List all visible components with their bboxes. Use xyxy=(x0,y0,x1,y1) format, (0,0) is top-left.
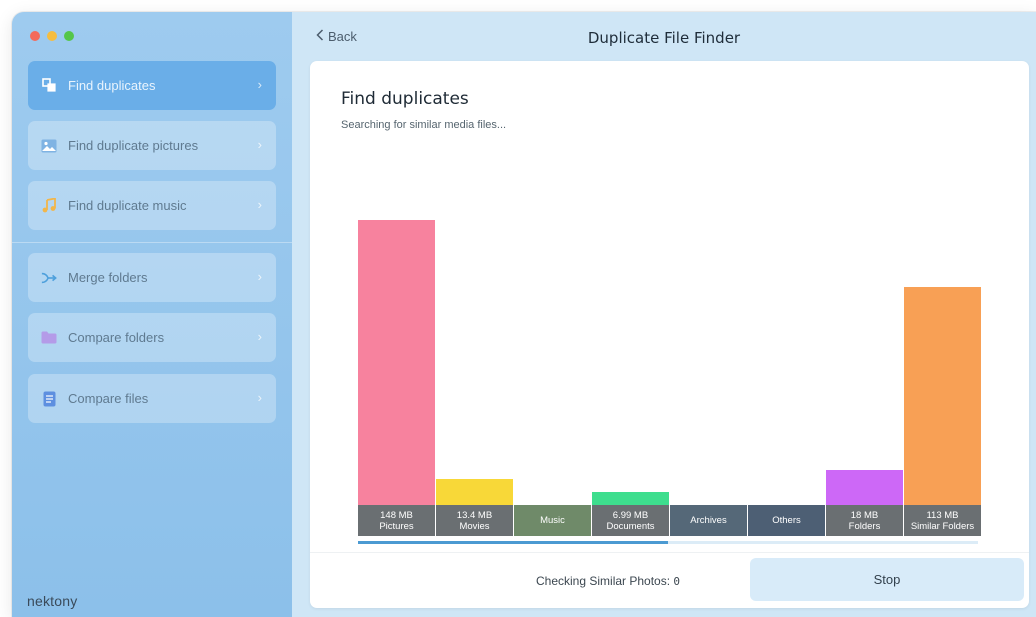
sidebar-item-label: Find duplicates xyxy=(68,78,156,93)
minimize-window-button[interactable] xyxy=(47,31,57,41)
sidebar-item-compare-folders[interactable]: Compare folders › xyxy=(28,313,276,362)
chevron-right-icon: › xyxy=(257,77,262,92)
bar-label-archives: Archives xyxy=(670,505,747,536)
bar-movies xyxy=(436,479,513,505)
bar-folders xyxy=(826,470,903,505)
chevron-right-icon: › xyxy=(257,197,262,212)
scan-status: Checking Similar Photos: 0 xyxy=(536,574,680,588)
sidebar-item-label: Find duplicate pictures xyxy=(68,138,199,153)
bar-category-label: Music xyxy=(540,515,565,526)
sidebar-divider xyxy=(12,242,292,243)
scan-status-count: 0 xyxy=(673,575,681,588)
chevron-right-icon: › xyxy=(257,329,262,344)
bar-category-label: Others xyxy=(772,515,801,526)
bar-value-label: 148 MB xyxy=(380,509,413,521)
bar-value-label: 18 MB xyxy=(850,509,879,521)
sidebar-item-label: Find duplicate music xyxy=(68,198,187,213)
sidebar-item-merge-folders[interactable]: Merge folders › xyxy=(28,253,276,302)
bar-label-documents: 6.99 MB Documents xyxy=(592,505,669,536)
bar-label-movies: 13.4 MB Movies xyxy=(436,505,513,536)
bar-label-pictures: 148 MB Pictures xyxy=(358,505,435,536)
scan-status-label: Checking Similar Photos: xyxy=(536,574,671,588)
scan-progress-fill xyxy=(358,541,668,544)
stop-button[interactable]: Stop xyxy=(750,558,1024,601)
sidebar-item-label: Compare folders xyxy=(68,330,165,345)
bar-category-label: Archives xyxy=(690,515,727,526)
file-icon xyxy=(41,391,57,407)
chevron-right-icon: › xyxy=(257,390,262,405)
picture-icon xyxy=(41,138,57,154)
sidebar-item-find-duplicate-pictures[interactable]: Find duplicate pictures › xyxy=(28,121,276,170)
bar-label-similar-folders: 113 MB Similar Folders xyxy=(904,505,981,536)
nektony-logo: nektony xyxy=(27,593,78,609)
zoom-window-button[interactable] xyxy=(64,31,74,41)
close-window-button[interactable] xyxy=(30,31,40,41)
bar-label-music: Music xyxy=(514,505,591,536)
window-title: Duplicate File Finder xyxy=(587,29,741,47)
bar-value-label: 6.99 MB xyxy=(612,509,649,521)
footer-divider xyxy=(310,552,1029,553)
bar-pictures xyxy=(358,220,435,505)
chevron-right-icon: › xyxy=(257,269,262,284)
sidebar-item-compare-files[interactable]: Compare files › xyxy=(28,374,276,423)
bar-label-others: Others xyxy=(748,505,825,536)
sidebar-item-find-duplicate-music[interactable]: Find duplicate music › xyxy=(28,181,276,230)
bar-category-label: Movies xyxy=(459,520,490,532)
sidebar-item-label: Compare files xyxy=(68,391,149,406)
bar-category-label: Similar Folders xyxy=(910,520,975,532)
bar-value-label: 13.4 MB xyxy=(456,509,493,521)
bar-value-label: 113 MB xyxy=(926,509,959,521)
bar-category-label: Pictures xyxy=(379,520,414,532)
folder-icon xyxy=(41,330,57,346)
bar-similar-folders xyxy=(904,287,981,505)
bar-documents xyxy=(592,491,669,505)
sidebar-item-label: Merge folders xyxy=(68,270,148,285)
sidebar: Find duplicates › Find duplicate picture… xyxy=(12,12,292,617)
merge-icon xyxy=(41,270,57,286)
scan-progress-track xyxy=(358,541,978,544)
bar-category-label: Documents xyxy=(606,520,655,532)
bar-category-label: Folders xyxy=(848,520,881,532)
find-duplicates-icon xyxy=(41,78,57,94)
file-type-chart: 148 MB Pictures 13.4 MB Movies Music 6.99 MB D… xyxy=(310,61,1029,608)
window-controls xyxy=(30,31,74,41)
bar-label-folders: 18 MB Folders xyxy=(826,505,903,536)
chevron-right-icon: › xyxy=(257,137,262,152)
main-panel: Find duplicates Searching for similar me… xyxy=(310,61,1029,608)
sidebar-item-find-duplicates[interactable]: Find duplicates › xyxy=(28,61,276,110)
music-note-icon xyxy=(41,198,57,214)
app-window: Find duplicates › Find duplicate picture… xyxy=(12,12,1036,617)
